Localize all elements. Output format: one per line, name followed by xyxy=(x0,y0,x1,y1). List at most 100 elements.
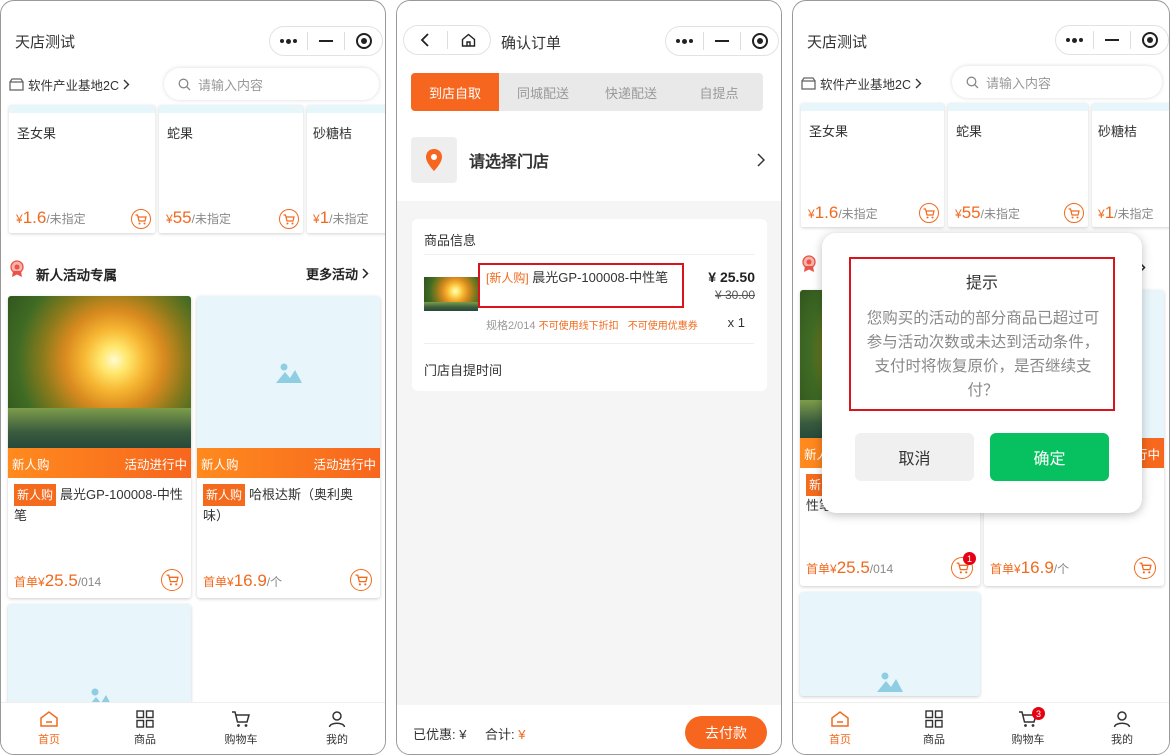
product-card[interactable]: 砂糖桔 ¥1/未指定 xyxy=(307,105,385,233)
home-icon xyxy=(831,711,849,727)
tab-home[interactable]: 首页 xyxy=(1,703,97,754)
activity-goods-card[interactable] xyxy=(8,604,191,714)
tab-pickup[interactable]: 到店自取 xyxy=(411,73,499,111)
product-card[interactable]: 圣女果 ¥1.6/未指定 xyxy=(801,103,944,227)
product-card[interactable]: 蛇果 ¥55/未指定 xyxy=(159,105,303,233)
product-price: ¥55/未指定 xyxy=(955,203,1020,222)
nav-capsule xyxy=(403,25,491,55)
home-button[interactable] xyxy=(448,26,491,54)
product-name: 圣女果 xyxy=(17,126,57,141)
more-icon xyxy=(675,38,693,44)
goods-name: 新人购 哈根达斯（奥利奥味） xyxy=(203,484,372,526)
minimize-button[interactable] xyxy=(704,27,741,55)
add-to-cart-button[interactable] xyxy=(1134,557,1156,579)
more-button[interactable] xyxy=(270,27,307,55)
chevron-right-icon xyxy=(757,153,765,167)
product-price: ¥1/未指定 xyxy=(313,208,369,227)
new-user-tag: 新人购 xyxy=(14,484,57,506)
goods-image xyxy=(8,296,191,448)
add-to-cart-button[interactable] xyxy=(350,569,372,591)
cart-icon xyxy=(1068,207,1080,218)
cart-count-badge: 3 xyxy=(1032,707,1045,720)
activity-goods-card[interactable]: 新人购 活动进行中 新人购 哈根达斯（奥利奥味） 首单¥16.9/个 xyxy=(197,296,380,598)
product-card[interactable]: 蛇果 ¥55/未指定 xyxy=(948,103,1088,227)
product-name: 蛇果 xyxy=(956,124,983,139)
cart-count-badge: 1 xyxy=(963,552,976,565)
add-to-cart-button[interactable] xyxy=(1064,203,1084,223)
store-icon xyxy=(9,78,24,91)
tab-mine[interactable]: 我的 xyxy=(289,703,385,754)
shop-title: 天店测试 xyxy=(807,34,868,51)
location-text: 软件产业基地2C xyxy=(820,78,911,92)
location-pin-icon xyxy=(426,149,442,171)
shop-title: 天店测试 xyxy=(15,34,76,51)
close-target-icon xyxy=(355,33,372,49)
grid-icon xyxy=(136,710,154,728)
add-to-cart-button[interactable] xyxy=(131,209,151,229)
user-icon xyxy=(1113,711,1131,728)
search-icon xyxy=(966,76,979,88)
store-icon-box xyxy=(411,137,457,183)
search-input[interactable]: 请输入内容 xyxy=(164,68,379,100)
location-selector[interactable]: 软件产业基地2C xyxy=(801,74,922,93)
more-icon xyxy=(279,38,297,44)
activity-goods-card[interactable]: 新人购 活动进行中 新人购 晨光GP-100008-中性笔 首单¥25.5/014 xyxy=(8,296,191,598)
cancel-button[interactable]: 取消 xyxy=(855,433,974,481)
goods-price: 首单¥16.9/个 xyxy=(990,558,1070,577)
grid-icon xyxy=(925,710,943,728)
tab-goods[interactable]: 商品 xyxy=(97,703,193,754)
image-placeholder-icon xyxy=(275,363,302,383)
close-button[interactable] xyxy=(741,27,778,55)
store-selector[interactable]: 请选择门店 xyxy=(411,137,765,183)
more-activities-link[interactable]: 更多活动 xyxy=(306,264,369,283)
activity-band: 新人购活动进行中 xyxy=(8,448,191,478)
prompt-dialog: 提示 您购买的活动的部分商品已超过可参与活动次数或未达到活动条件，支付时将恢复原… xyxy=(822,233,1142,513)
minimize-icon xyxy=(1105,38,1119,42)
location-selector[interactable]: 软件产业基地2C xyxy=(9,75,130,94)
mini-capsule xyxy=(665,26,779,56)
medal-icon xyxy=(10,260,24,277)
home-icon xyxy=(40,711,58,727)
more-button[interactable] xyxy=(1056,26,1093,54)
minimize-button[interactable] xyxy=(308,27,345,55)
item-spec: 规格2/014 不可使用线下折扣 不可使用优惠券 xyxy=(486,320,698,332)
goods-image-placeholder xyxy=(197,296,380,448)
tab-city-delivery[interactable]: 同城配送 xyxy=(499,73,587,111)
minimize-button[interactable] xyxy=(1094,26,1131,54)
cart-icon xyxy=(923,207,935,218)
mini-capsule xyxy=(1055,25,1169,55)
close-button[interactable] xyxy=(345,27,382,55)
goods-price: 首单¥25.5/014 xyxy=(14,571,102,590)
item-price: ¥ 25.50 xyxy=(708,269,755,285)
item-quantity: x 1 xyxy=(727,315,745,330)
tab-pickup-point[interactable]: 自提点 xyxy=(675,73,763,111)
more-button[interactable] xyxy=(666,27,703,55)
tab-mine[interactable]: 我的 xyxy=(1075,703,1169,754)
tab-cart[interactable]: 购物车 3 xyxy=(981,703,1075,754)
tab-home[interactable]: 首页 xyxy=(793,703,887,754)
pay-button[interactable]: 去付款 xyxy=(685,716,767,749)
phone-home: 天店测试 软件产业基地2C 请输入内容 圣女果 ¥1.6/未指定 蛇果 ¥55/… xyxy=(0,0,386,755)
activity-goods-card[interactable] xyxy=(800,592,980,696)
back-button[interactable] xyxy=(404,26,447,54)
close-button[interactable] xyxy=(1131,26,1168,54)
add-to-cart-button[interactable] xyxy=(919,203,939,223)
search-placeholder: 请输入内容 xyxy=(198,77,264,93)
item-thumbnail xyxy=(424,277,478,311)
confirm-button[interactable]: 确定 xyxy=(990,433,1109,481)
back-arrow-icon xyxy=(420,33,429,47)
pickup-time-row[interactable]: 门店自提时间 xyxy=(424,360,502,379)
tab-express[interactable]: 快递配送 xyxy=(587,73,675,111)
product-price: ¥1.6/未指定 xyxy=(16,208,86,227)
tab-bar: 首页 商品 购物车 3 我的 xyxy=(793,702,1169,754)
add-to-cart-button[interactable] xyxy=(161,569,183,591)
product-card[interactable]: 圣女果 ¥1.6/未指定 xyxy=(9,105,155,233)
product-card[interactable]: 砂糖桔 ¥1/未指定 xyxy=(1092,103,1169,227)
store-prompt: 请选择门店 xyxy=(469,154,550,171)
tab-cart[interactable]: 购物车 xyxy=(193,703,289,754)
checkout-bar: 已优惠: ¥ 合计: ¥ 去付款 xyxy=(397,705,781,754)
search-input[interactable]: 请输入内容 xyxy=(952,66,1162,98)
add-to-cart-button[interactable] xyxy=(279,209,299,229)
tab-goods[interactable]: 商品 xyxy=(887,703,981,754)
cart-icon xyxy=(232,711,250,727)
